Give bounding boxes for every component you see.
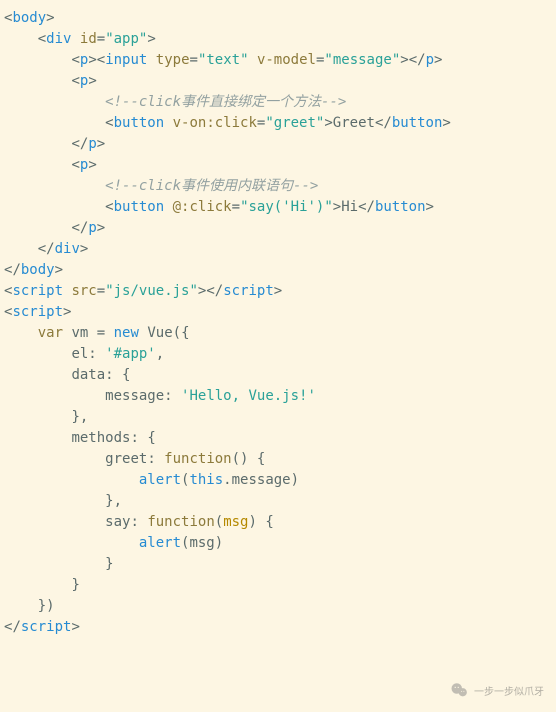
code-block: <body> <div id="app"> <p><input type="te… <box>0 0 556 646</box>
watermark: 一步一步似爪牙 <box>450 681 544 704</box>
watermark-text: 一步一步似爪牙 <box>474 685 544 700</box>
code-comment: <!--click事件直接绑定一个方法--> <box>105 94 346 110</box>
code-comment: <!--click事件使用内联语句--> <box>105 178 318 194</box>
wechat-icon <box>450 681 468 704</box>
